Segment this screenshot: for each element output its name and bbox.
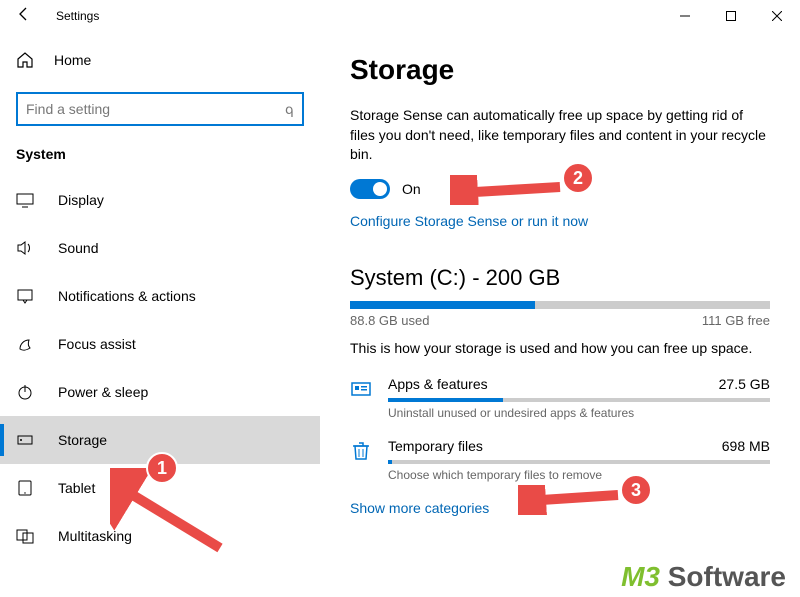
home-button[interactable]: Home [0,40,320,80]
category-temporary-files[interactable]: Temporary files 698 MB Choose which tempor… [350,438,770,482]
sound-icon [16,239,34,257]
sidebar-item-label: Tablet [58,480,95,496]
sidebar-item-label: Storage [58,432,107,448]
home-label: Home [54,52,91,68]
home-icon [16,51,34,69]
free-label: 111 GB free [702,313,770,328]
page-title: Storage [350,54,770,86]
sidebar-item-sound[interactable]: Sound [0,224,320,272]
titlebar: Settings [0,0,800,32]
category-hint: Choose which temporary files to remove [388,468,770,482]
sidebar: Home ⍴ System Display Sound Notifications … [0,32,320,597]
sidebar-item-multitasking[interactable]: Multitasking [0,512,320,560]
focus-icon [16,335,34,353]
show-more-link[interactable]: Show more categories [350,500,770,516]
category-apps-features[interactable]: Apps & features 27.5 GB Uninstall unused o… [350,376,770,420]
category-name: Apps & features [388,376,488,392]
drive-heading: System (C:) - 200 GB [350,265,770,291]
callout-2: 2 [562,162,594,194]
used-label: 88.8 GB used [350,313,430,328]
storage-sense-toggle[interactable] [350,179,390,199]
category-size: 698 MB [722,438,770,454]
category-hint: Uninstall unused or undesired apps & fea… [388,406,770,420]
sidebar-item-label: Focus assist [58,336,136,352]
window-controls [662,0,800,32]
category-size: 27.5 GB [719,376,770,392]
sidebar-item-notifications-actions[interactable]: Notifications & actions [0,272,320,320]
category-bar [388,398,770,402]
sidebar-item-display[interactable]: Display [0,176,320,224]
sidebar-section-label: System [0,140,320,176]
display-icon [16,191,34,209]
drive-usage-bar [350,301,770,309]
sidebar-item-focus-assist[interactable]: Focus assist [0,320,320,368]
close-button[interactable] [754,0,800,32]
callout-3: 3 [620,474,652,506]
sidebar-item-label: Multitasking [58,528,132,544]
category-bar [388,460,770,464]
sidebar-item-label: Sound [58,240,98,256]
maximize-button[interactable] [708,0,754,32]
notifications-icon [16,287,34,305]
storage-explain: This is how your storage is used and how… [350,340,770,356]
multitasking-icon [16,527,34,545]
configure-link[interactable]: Configure Storage Sense or run it now [350,213,770,229]
back-button[interactable] [16,6,36,26]
sidebar-item-power-sleep[interactable]: Power & sleep [0,368,320,416]
trash-icon [350,440,372,462]
power-icon [16,383,34,401]
sidebar-item-label: Power & sleep [58,384,148,400]
content: Storage Storage Sense can automatically … [320,32,800,597]
category-name: Temporary files [388,438,483,454]
storage-sense-description: Storage Sense can automatically free up … [350,106,770,165]
window-title: Settings [56,9,662,23]
toggle-state-label: On [402,181,421,197]
sidebar-item-label: Display [58,192,104,208]
callout-1: 1 [146,452,178,484]
storage-icon [16,431,34,449]
minimize-button[interactable] [662,0,708,32]
apps-icon [350,378,372,400]
storage-sense-toggle-row: On [350,179,770,199]
sidebar-item-label: Notifications & actions [58,288,196,304]
drive-usage-fill [350,301,535,309]
search-icon: ⍴ [285,101,294,118]
search-input-container[interactable]: ⍴ [16,92,304,126]
search-input[interactable] [26,101,285,117]
tablet-icon [16,479,34,497]
